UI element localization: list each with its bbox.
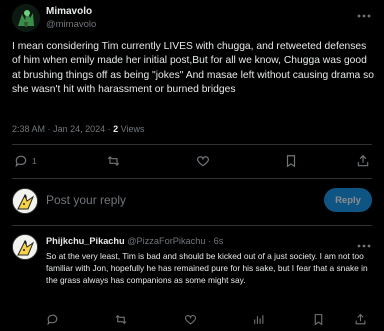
- reply-reply-action[interactable]: [46, 312, 59, 326]
- reply-button[interactable]: Reply: [324, 188, 372, 212]
- reply-bookmark-action[interactable]: [312, 312, 325, 326]
- bookmark-icon: [312, 313, 325, 326]
- reply-count: 1: [32, 156, 37, 166]
- comment-bubble-icon: [46, 313, 59, 326]
- reply-composer: Post your reply Reply: [0, 182, 384, 222]
- reply-author-name[interactable]: Phijkchu_Pikachu: [46, 236, 125, 246]
- reply-actions: [46, 312, 372, 326]
- tweet-meta: 2:38 AM · Jan 24, 2024 · 2 Views: [12, 124, 145, 134]
- current-user-avatar[interactable]: [12, 188, 38, 214]
- views-count: 2: [113, 124, 119, 134]
- heart-icon: [196, 154, 210, 168]
- divider: [12, 144, 372, 145]
- tweet-header: Mimavolo @mimavolo: [12, 4, 372, 34]
- reply-author-handle[interactable]: @PizzaForPikachu: [127, 236, 205, 246]
- author-handle[interactable]: @mimavolo: [46, 19, 96, 30]
- divider: [12, 225, 372, 226]
- tweet-text: I mean considering Tim currently LIVES w…: [12, 41, 375, 95]
- retweet-icon: [114, 313, 128, 326]
- reply-share-action[interactable]: [354, 312, 367, 326]
- tweet-date[interactable]: Jan 24, 2024: [53, 124, 105, 134]
- share-icon: [354, 313, 367, 326]
- heart-icon: [184, 313, 197, 326]
- reply-action[interactable]: 1: [14, 154, 37, 168]
- share-action[interactable]: [356, 154, 370, 168]
- author-name[interactable]: Mimavolo: [46, 6, 92, 17]
- author-avatar[interactable]: [12, 4, 40, 32]
- reply-separator: ·: [208, 236, 212, 246]
- retweet-icon: [106, 154, 121, 168]
- bookmark-icon: [284, 154, 298, 168]
- comment-bubble-icon: [14, 154, 28, 168]
- share-icon: [356, 154, 370, 168]
- views-label: Views: [120, 124, 145, 134]
- meta-separator: ·: [47, 124, 51, 134]
- reply-like-action[interactable]: [184, 312, 197, 326]
- bookmark-action[interactable]: [284, 154, 298, 168]
- divider: [12, 178, 372, 179]
- tweet-actions: 1: [12, 154, 372, 170]
- reply-author-avatar[interactable]: [12, 234, 38, 260]
- reply-retweet-action[interactable]: [114, 312, 128, 326]
- reply-input[interactable]: Post your reply: [46, 193, 126, 207]
- more-horizontal-icon[interactable]: [356, 8, 372, 18]
- reply-views-action[interactable]: [252, 312, 265, 326]
- like-action[interactable]: [196, 154, 210, 168]
- reply-text: So at the very least, Tim is bad and sho…: [46, 251, 368, 286]
- meta-separator: ·: [107, 124, 111, 134]
- tweet-time[interactable]: 2:38 AM: [12, 124, 45, 134]
- reply-time[interactable]: 6s: [214, 236, 224, 246]
- bar-chart-icon: [252, 313, 265, 326]
- reply-tweet: Phijkchu_Pikachu @PizzaForPikachu · 6s S…: [0, 228, 384, 331]
- more-horizontal-icon[interactable]: [356, 238, 372, 248]
- reply-header: Phijkchu_Pikachu @PizzaForPikachu · 6s: [46, 236, 223, 246]
- retweet-action[interactable]: [106, 154, 121, 168]
